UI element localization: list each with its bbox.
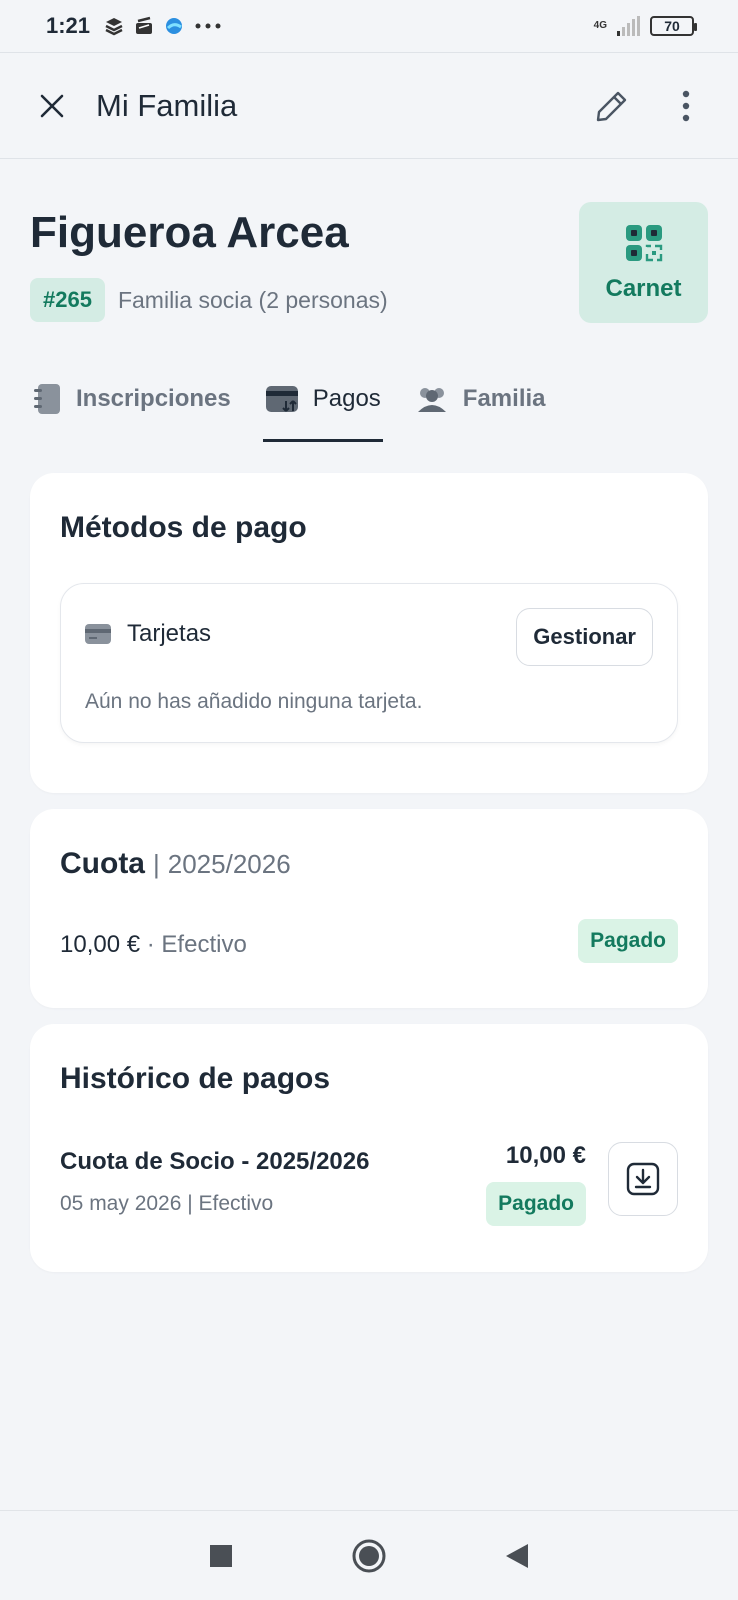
history-item-subtitle: 05 may 2026 | Efectivo	[60, 1192, 274, 1215]
home-circle-icon	[352, 1539, 386, 1572]
family-id-badge: #265	[30, 278, 105, 322]
credit-card-icon	[85, 624, 111, 644]
home-button[interactable]	[349, 1536, 389, 1576]
more-vertical-icon	[682, 90, 690, 121]
history-item-name: Cuota de Socio - 2025/2026	[60, 1148, 370, 1175]
people-icon	[417, 388, 446, 412]
notebook-icon	[34, 384, 60, 414]
fee-season: 2025/2026	[167, 849, 291, 879]
battery-icon: 70	[650, 16, 697, 36]
status-notification-icons	[104, 16, 221, 36]
browser-icon	[164, 16, 184, 36]
fee-card: Cuota | 2025/2026 10,00 € · Efectivo Pag…	[30, 809, 708, 1008]
history-title: Histórico de pagos	[60, 1062, 331, 1095]
card-exchange-icon	[265, 386, 298, 412]
battery-level: 70	[664, 18, 680, 34]
system-nav-bar	[0, 1510, 738, 1600]
back-triangle-icon	[506, 1543, 528, 1568]
carnet-label: Carnet	[605, 274, 682, 302]
family-name: Figueroa Arcea	[30, 208, 349, 257]
history-item-amount: 10,00 €	[505, 1142, 586, 1169]
recents-square-icon	[210, 1544, 232, 1567]
tab-label: Familia	[462, 385, 546, 412]
tab-familia[interactable]: Familia	[413, 372, 548, 426]
cards-section: Tarjetas Gestionar Aún no has añadido ni…	[60, 583, 678, 743]
payment-methods-card: Métodos de pago Tarjetas Gestionar Aún n…	[30, 473, 708, 793]
download-receipt-button[interactable]	[608, 1142, 678, 1216]
fee-method: Efectivo	[161, 931, 247, 958]
family-description: Familia socia (2 personas)	[117, 286, 388, 313]
network-label: 4G	[593, 20, 607, 31]
edit-pencil-icon	[596, 91, 627, 121]
family-meta: #265 Familia socia (2 personas)	[30, 278, 388, 322]
fee-title: Cuota	[60, 847, 145, 880]
more-dots-icon	[194, 16, 221, 36]
fee-separator: |	[153, 849, 160, 879]
page-title: Mi Familia	[96, 87, 238, 123]
signal-icon	[617, 16, 640, 36]
layers-icon	[104, 16, 124, 36]
tab-bar: Inscripciones Pagos Familia	[30, 372, 578, 444]
tab-label: Inscripciones	[76, 385, 231, 412]
qr-code-icon	[625, 224, 662, 261]
payment-history-card: Histórico de pagos Cuota de Socio - 2025…	[30, 1024, 708, 1272]
status-badge: Pagado	[578, 919, 678, 963]
status-badge: Pagado	[486, 1182, 586, 1226]
fee-amount: 10,00 €	[60, 931, 141, 958]
download-icon	[626, 1162, 660, 1196]
status-time: 1:21	[46, 13, 91, 38]
app-bar: Mi Familia	[0, 52, 738, 159]
more-options-button[interactable]	[664, 84, 708, 128]
status-bar: 1:21 4G 70	[0, 0, 738, 52]
manage-cards-button[interactable]: Gestionar	[516, 608, 653, 666]
stack-icon	[134, 16, 154, 36]
close-button[interactable]	[30, 84, 74, 128]
back-button[interactable]	[497, 1536, 537, 1576]
empty-cards-message: Aún no has añadido ninguna tarjeta.	[85, 690, 423, 713]
payment-methods-title: Métodos de pago	[60, 511, 307, 544]
fee-details: 10,00 € · Efectivo	[60, 931, 247, 959]
tab-pagos[interactable]: Pagos	[262, 372, 383, 442]
edit-button[interactable]	[590, 84, 634, 128]
recents-button[interactable]	[201, 1536, 241, 1576]
tab-label: Pagos	[312, 385, 381, 412]
tab-inscripciones[interactable]: Inscripciones	[30, 372, 233, 426]
fee-method-separator: ·	[146, 931, 155, 958]
carnet-button[interactable]: Carnet	[579, 202, 708, 323]
close-icon	[40, 94, 64, 117]
status-system-icons: 4G 70	[593, 16, 697, 36]
cards-label: Tarjetas	[127, 620, 212, 647]
